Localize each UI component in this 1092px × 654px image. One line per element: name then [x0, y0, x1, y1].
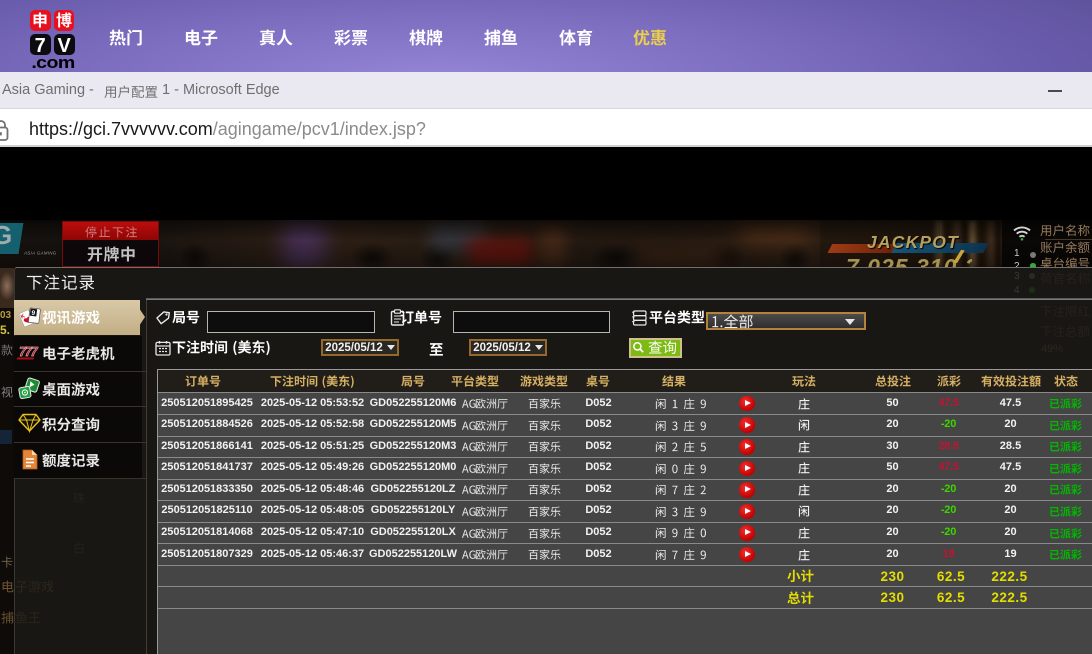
- svg-text:777: 777: [19, 344, 38, 359]
